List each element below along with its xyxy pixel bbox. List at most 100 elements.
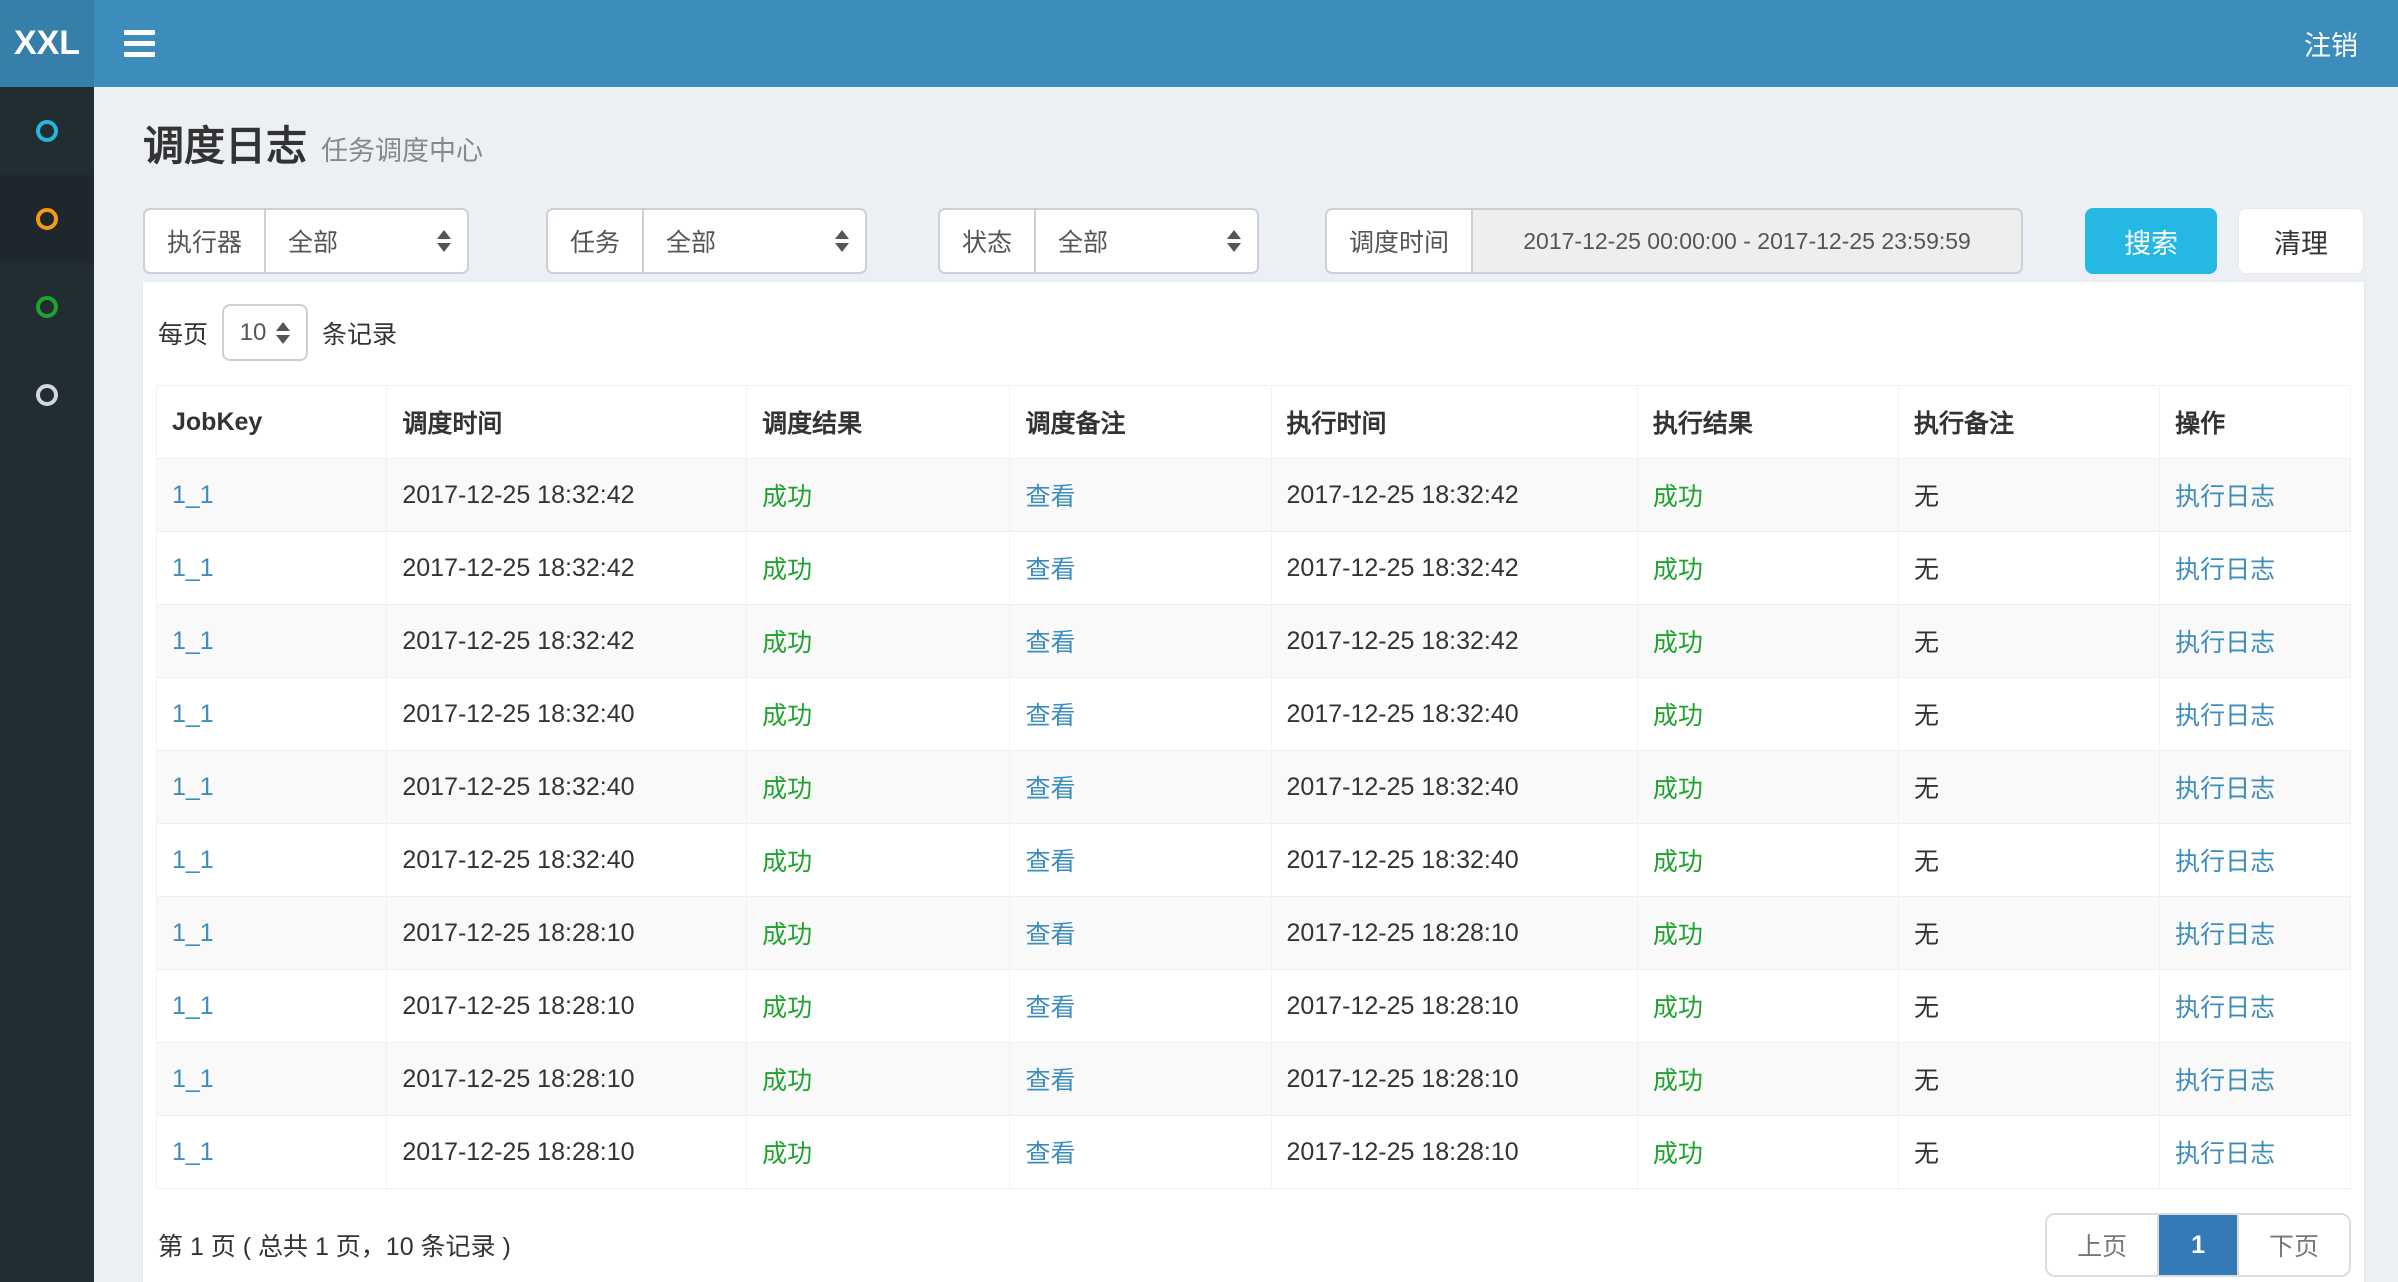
jobkey-link[interactable]: 1_1 <box>172 700 214 728</box>
trigger-msg-link[interactable]: 查看 <box>1025 702 1075 730</box>
handle-msg-cell: 无 <box>1914 848 1939 876</box>
trigger-time-cell: 2017-12-25 18:32:42 <box>402 554 634 582</box>
jobkey-link[interactable]: 1_1 <box>172 1138 214 1166</box>
handle-msg-cell: 无 <box>1914 1140 1939 1168</box>
handle-result-cell: 成功 <box>1653 921 1703 949</box>
navbar: 注销 <box>94 0 2398 87</box>
trigger-result-cell: 成功 <box>762 629 812 657</box>
exec-log-link[interactable]: 执行日志 <box>2175 775 2275 803</box>
next-page-button[interactable]: 下页 <box>2237 1215 2349 1275</box>
executor-filter-value: 全部 <box>288 223 338 259</box>
jobkey-link[interactable]: 1_1 <box>172 481 214 509</box>
trigger-msg-link[interactable]: 查看 <box>1025 921 1075 949</box>
page-length-select[interactable]: 10 <box>222 304 308 361</box>
trigger-msg-link[interactable]: 查看 <box>1025 1067 1075 1095</box>
exec-log-link[interactable]: 执行日志 <box>2175 1067 2275 1095</box>
handle-time-cell: 2017-12-25 18:32:40 <box>1287 700 1519 728</box>
trigger-msg-link[interactable]: 查看 <box>1025 775 1075 803</box>
status-filter-group: 状态 全部 <box>938 208 1259 274</box>
trigger-result-cell: 成功 <box>762 775 812 803</box>
jobkey-link[interactable]: 1_1 <box>172 554 214 582</box>
trigger-time-cell: 2017-12-25 18:32:40 <box>402 773 634 801</box>
executor-filter-label: 执行器 <box>143 208 266 274</box>
exec-log-link[interactable]: 执行日志 <box>2175 629 2275 657</box>
jobkey-link[interactable]: 1_1 <box>172 1065 214 1093</box>
table-row: 1_12017-12-25 18:28:10成功查看2017-12-25 18:… <box>157 897 2351 970</box>
sidebar-item-2[interactable] <box>0 175 94 263</box>
trigger-msg-link[interactable]: 查看 <box>1025 556 1075 584</box>
current-page-button[interactable]: 1 <box>2157 1215 2237 1275</box>
handle-msg-cell: 无 <box>1914 1067 1939 1095</box>
trigger-msg-link[interactable]: 查看 <box>1025 483 1075 511</box>
jobkey-link[interactable]: 1_1 <box>172 627 214 655</box>
sidebar-item-1[interactable] <box>0 87 94 175</box>
job-filter-value: 全部 <box>666 223 716 259</box>
page-length-suffix: 条记录 <box>322 315 397 351</box>
handle-msg-cell: 无 <box>1914 556 1939 584</box>
trigger-msg-link[interactable]: 查看 <box>1025 848 1075 876</box>
exec-log-link[interactable]: 执行日志 <box>2175 702 2275 730</box>
job-filter-group: 任务 全部 <box>546 208 867 274</box>
column-header: 执行结果 <box>1637 386 1898 459</box>
page-wrapper: 调度日志 任务调度中心 执行器 全部 任务 全部 <box>0 87 2398 1282</box>
handle-msg-cell: 无 <box>1914 921 1939 949</box>
jobkey-link[interactable]: 1_1 <box>172 919 214 947</box>
select-stepper-icon <box>276 322 290 344</box>
handle-result-cell: 成功 <box>1653 994 1703 1022</box>
status-filter-select[interactable]: 全部 <box>1034 208 1259 274</box>
column-header: JobKey <box>157 386 387 459</box>
column-header: 调度备注 <box>1010 386 1271 459</box>
exec-log-link[interactable]: 执行日志 <box>2175 921 2275 949</box>
pagination: 上页 1 下页 <box>2045 1213 2351 1277</box>
jobkey-link[interactable]: 1_1 <box>172 846 214 874</box>
exec-log-link[interactable]: 执行日志 <box>2175 556 2275 584</box>
prev-page-button[interactable]: 上页 <box>2047 1215 2157 1275</box>
column-header: 执行时间 <box>1271 386 1637 459</box>
jobkey-link[interactable]: 1_1 <box>172 992 214 1020</box>
job-filter-select[interactable]: 全部 <box>642 208 867 274</box>
app-logo[interactable]: XXL <box>0 0 94 87</box>
table-row: 1_12017-12-25 18:32:40成功查看2017-12-25 18:… <box>157 751 2351 824</box>
log-panel: 每页 10 条记录 JobKey调度时间调度结果调度备注执行时间执行结果执行备注… <box>143 282 2364 1282</box>
trigger-time-cell: 2017-12-25 18:32:42 <box>402 627 634 655</box>
select-stepper-icon <box>1227 230 1241 252</box>
table-row: 1_12017-12-25 18:32:42成功查看2017-12-25 18:… <box>157 459 2351 532</box>
log-table-body: 1_12017-12-25 18:32:42成功查看2017-12-25 18:… <box>157 459 2351 1189</box>
executor-filter-group: 执行器 全部 <box>143 208 469 274</box>
clean-button[interactable]: 清理 <box>2238 208 2364 274</box>
exec-log-link[interactable]: 执行日志 <box>2175 848 2275 876</box>
exec-log-link[interactable]: 执行日志 <box>2175 1140 2275 1168</box>
exec-log-link[interactable]: 执行日志 <box>2175 994 2275 1022</box>
header-row: JobKey调度时间调度结果调度备注执行时间执行结果执行备注操作 <box>157 386 2351 459</box>
trigger-result-cell: 成功 <box>762 556 812 584</box>
search-button[interactable]: 搜索 <box>2085 208 2217 274</box>
page-header: 调度日志 任务调度中心 <box>143 112 2364 172</box>
main-header: XXL 注销 <box>0 0 2398 87</box>
sidebar-item-4[interactable] <box>0 351 94 439</box>
handle-time-cell: 2017-12-25 18:28:10 <box>1287 919 1519 947</box>
trigger-msg-link[interactable]: 查看 <box>1025 994 1075 1022</box>
executor-filter-select[interactable]: 全部 <box>264 208 469 274</box>
trigger-msg-link[interactable]: 查看 <box>1025 1140 1075 1168</box>
job-filter-label: 任务 <box>546 208 644 274</box>
exec-log-link[interactable]: 执行日志 <box>2175 483 2275 511</box>
handle-result-cell: 成功 <box>1653 556 1703 584</box>
logout-link[interactable]: 注销 <box>2304 24 2358 63</box>
trigger-result-cell: 成功 <box>762 1140 812 1168</box>
hamburger-icon <box>124 30 155 35</box>
sidebar-item-3[interactable] <box>0 263 94 351</box>
handle-result-cell: 成功 <box>1653 629 1703 657</box>
trigger-result-cell: 成功 <box>762 848 812 876</box>
handle-result-cell: 成功 <box>1653 702 1703 730</box>
handle-time-cell: 2017-12-25 18:28:10 <box>1287 1138 1519 1166</box>
page-length-control: 每页 10 条记录 <box>158 304 2351 361</box>
trigger-time-cell: 2017-12-25 18:32:42 <box>402 481 634 509</box>
trigger-time-range-input[interactable]: 2017-12-25 00:00:00 - 2017-12-25 23:59:5… <box>1471 208 2023 274</box>
hamburger-menu-button[interactable] <box>94 0 184 87</box>
jobkey-link[interactable]: 1_1 <box>172 773 214 801</box>
column-header: 调度时间 <box>387 386 747 459</box>
column-header: 操作 <box>2160 386 2351 459</box>
trigger-time-cell: 2017-12-25 18:28:10 <box>402 1138 634 1166</box>
trigger-msg-link[interactable]: 查看 <box>1025 629 1075 657</box>
handle-time-cell: 2017-12-25 18:28:10 <box>1287 1065 1519 1093</box>
